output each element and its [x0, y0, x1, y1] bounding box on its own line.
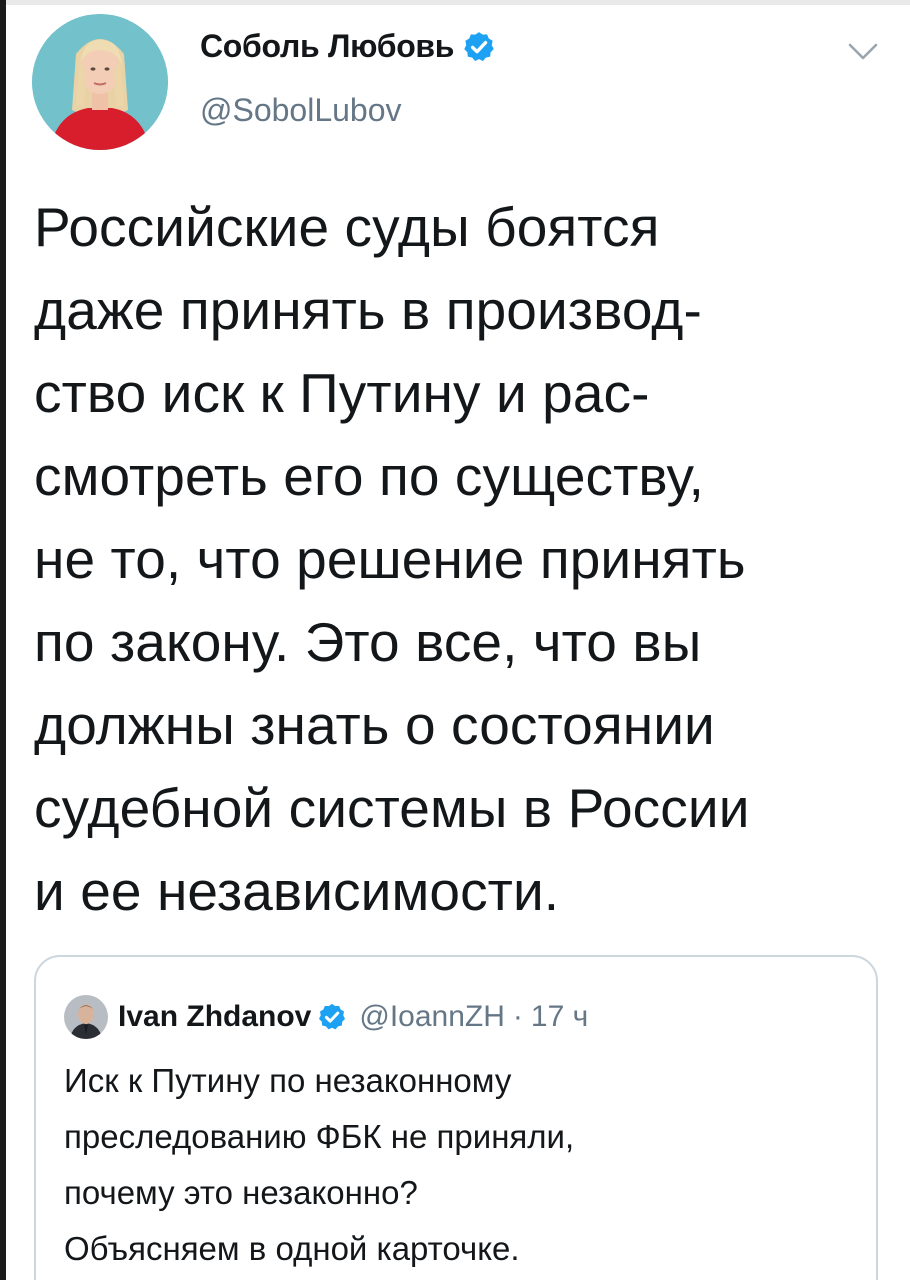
avatar-photo	[32, 14, 168, 150]
quoted-tweet-text: Иск к Путину по незаконному преследовани…	[64, 1053, 854, 1277]
tweet-text-line: судебной системы в России	[34, 777, 750, 839]
author-name-row[interactable]: Соболь Любовь	[200, 28, 496, 65]
tweet-text-line: должны знать о состоянии	[34, 694, 715, 756]
quoted-text-line: Объясняем в одной карточке.	[64, 1230, 520, 1267]
verified-badge-icon	[317, 1002, 347, 1032]
quoted-text-line: Иск к Путину по незаконному	[64, 1062, 512, 1099]
tweet-text-line: не то, что решение принять	[34, 528, 746, 590]
tweet-text: Российские суды боятся даже принять в пр…	[34, 186, 884, 933]
quoted-tweet-header: Ivan Zhdanov @IoannZH · 17 ч	[64, 995, 588, 1039]
chevron-down-icon[interactable]	[846, 40, 880, 64]
quoted-author-avatar[interactable]	[64, 995, 108, 1039]
quoted-text-line: почему это незаконно?	[64, 1174, 418, 1211]
tweet-text-line: смотреть его по существу,	[34, 445, 705, 507]
left-edge-border	[0, 0, 6, 1280]
quoted-author-name[interactable]: Ivan Zhdanov	[118, 1000, 311, 1034]
quoted-author-handle[interactable]: @IoannZH	[359, 1000, 505, 1034]
tweet-text-line: Российские суды боятся	[34, 196, 660, 258]
quoted-tweet-time[interactable]: 17 ч	[531, 1000, 588, 1034]
tweet-text-line: и ее независимости.	[34, 860, 560, 922]
tweet-text-line: по закону. Это все, что вы	[34, 611, 702, 673]
author-handle[interactable]: @SobolLubov	[200, 92, 402, 129]
tweet-text-line: ство иск к Путину и рас-	[34, 362, 650, 424]
dot-separator: ·	[512, 1000, 523, 1033]
author-avatar[interactable]	[32, 14, 168, 150]
tweet-text-line: даже принять в производ-	[34, 279, 702, 341]
quoted-text-line: преследованию ФБК не приняли,	[64, 1118, 575, 1155]
quoted-avatar-photo	[64, 995, 108, 1039]
quoted-tweet-card[interactable]: Ivan Zhdanov @IoannZH · 17 ч Иск к Путин…	[34, 955, 878, 1280]
tweet-page: Соболь Любовь @SobolLubov Российские суд…	[0, 0, 910, 1280]
tweet-header: Соболь Любовь @SobolLubov	[0, 0, 910, 170]
verified-badge-icon	[462, 30, 496, 64]
author-name[interactable]: Соболь Любовь	[200, 28, 454, 65]
